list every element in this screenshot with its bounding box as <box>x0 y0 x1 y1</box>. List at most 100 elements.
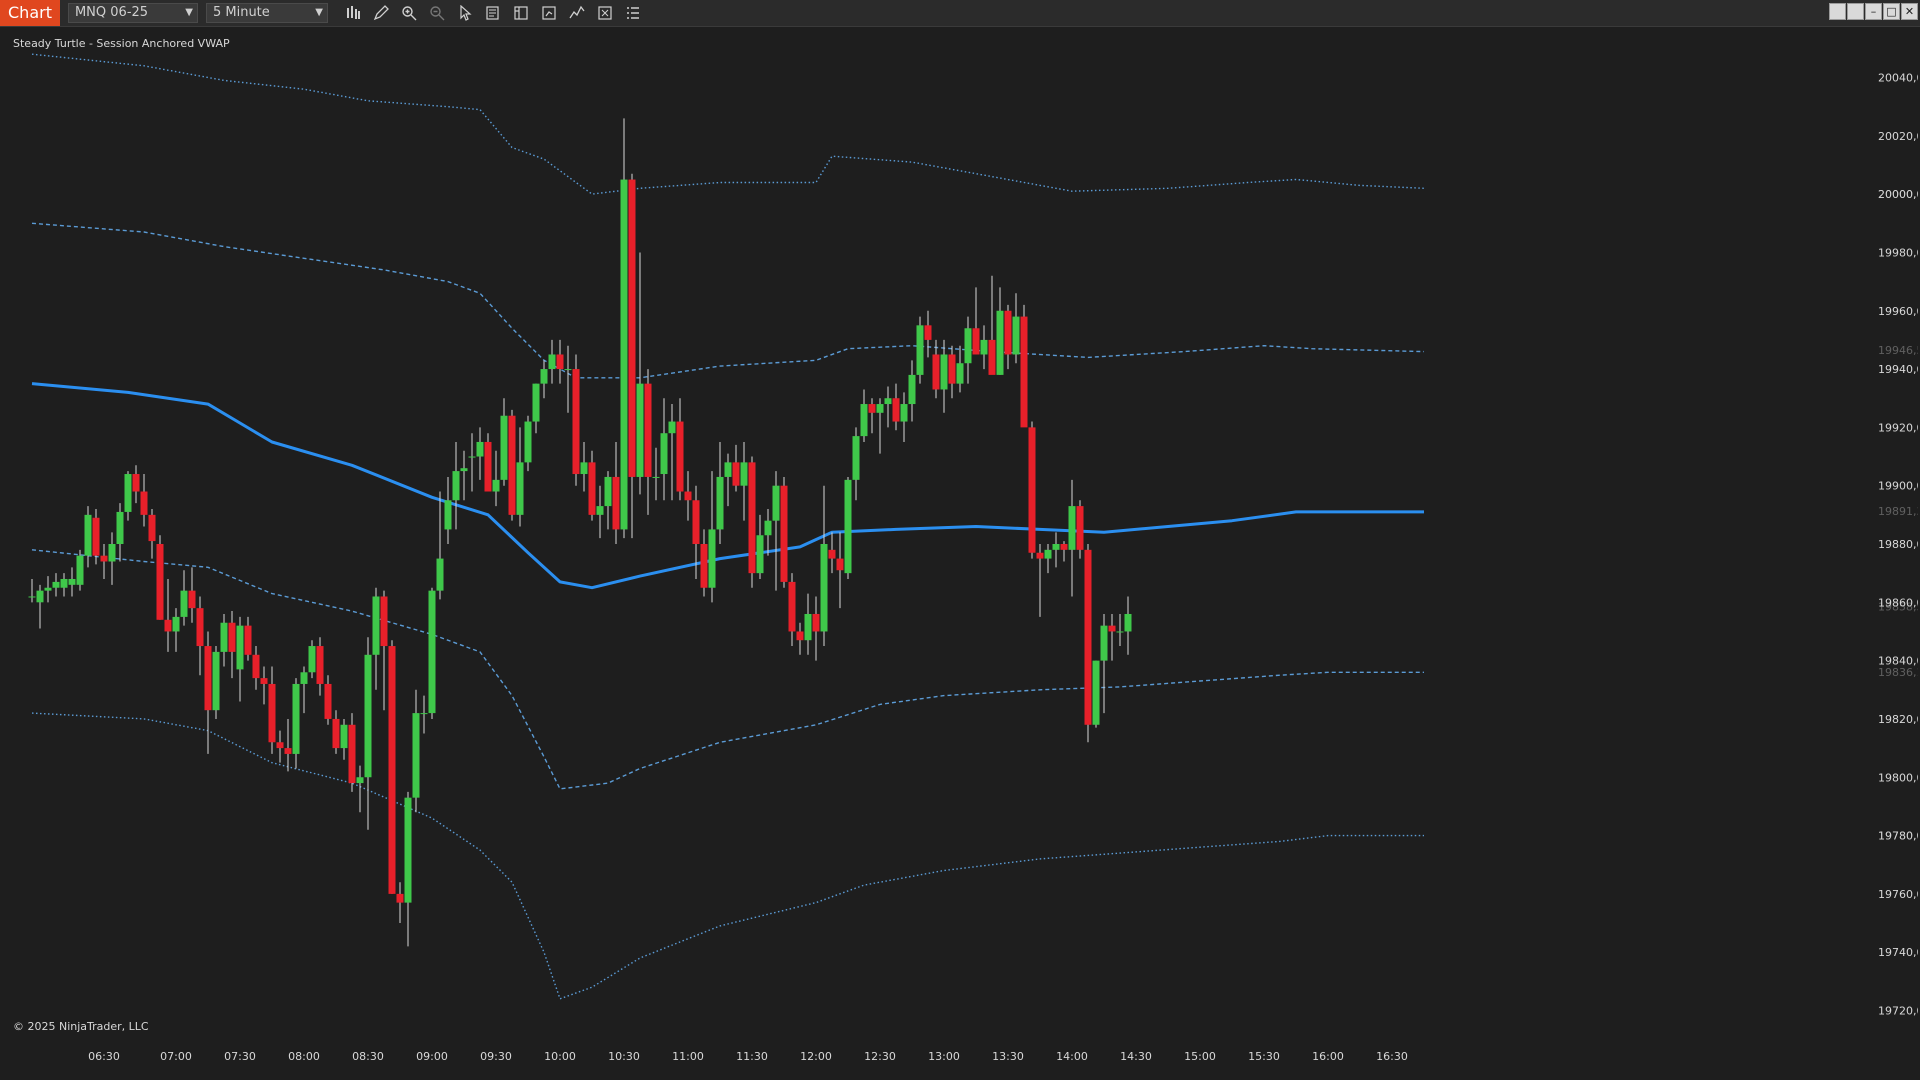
candle-down <box>644 383 652 477</box>
maximize-icon[interactable]: □ <box>1883 3 1900 20</box>
interval-selector[interactable]: 5 Minute ▼ <box>205 3 328 23</box>
candle-down <box>924 325 932 340</box>
candle-up <box>412 713 420 798</box>
y-tick-label: 19720,00 <box>1878 1005 1918 1018</box>
candle-up <box>212 651 220 711</box>
candle-down <box>148 514 156 542</box>
candle-down <box>556 354 564 370</box>
candle-down <box>692 500 700 544</box>
candle-up <box>180 590 188 617</box>
bar-type-icon[interactable] <box>342 2 364 24</box>
candle-down <box>276 742 284 749</box>
x-tick-label: 11:30 <box>736 1050 768 1063</box>
candle-up <box>1124 613 1132 632</box>
candle-down <box>164 619 172 632</box>
candle-up <box>660 433 668 475</box>
candle-up <box>476 441 484 457</box>
chart-trader-icon[interactable] <box>510 2 532 24</box>
candle-down <box>204 646 212 711</box>
candle-down <box>380 596 388 647</box>
price-marker-label: 20000,00 <box>1878 188 1918 201</box>
candle-up <box>292 683 300 754</box>
candle-up <box>980 339 988 355</box>
candle-down <box>188 590 196 609</box>
candle-up <box>172 616 180 632</box>
chevron-down-icon: ▼ <box>185 7 193 18</box>
candle-up <box>36 590 44 603</box>
candle-down <box>932 354 940 390</box>
candle-up <box>460 468 468 472</box>
candle-down <box>508 415 516 515</box>
x-tick-label: 15:00 <box>1184 1050 1216 1063</box>
chart-tab[interactable]: Chart <box>0 0 60 26</box>
candle-up <box>340 724 348 749</box>
candle-up <box>1044 549 1052 559</box>
pointer-icon[interactable] <box>454 2 476 24</box>
candle-up <box>844 479 852 574</box>
chart-panel[interactable]: 20040,00 20020,00 20000,00 19980,00 19960,00… <box>8 28 1918 1076</box>
candle-up <box>900 404 908 422</box>
candle-up <box>1100 625 1108 661</box>
candle-down <box>132 474 140 492</box>
candle-down <box>484 441 492 492</box>
draw-pencil-icon[interactable] <box>370 2 392 24</box>
y-tick-label: 20020,00 <box>1878 130 1918 143</box>
y-tick-label: 19920,00 <box>1878 421 1918 434</box>
y-tick-label: 20040,00 <box>1878 72 1918 85</box>
candle-up <box>724 462 732 477</box>
zoom-in-icon[interactable] <box>398 2 420 24</box>
candle-up <box>220 622 228 652</box>
instrument-value: MNQ 06-25 <box>74 5 149 20</box>
minimize-icon[interactable]: – <box>1865 3 1882 20</box>
candle-up <box>964 328 972 364</box>
candle-down <box>348 724 356 784</box>
chevron-down-icon: ▼ <box>315 7 323 18</box>
y-tick-label: 19760,00 <box>1878 888 1918 901</box>
candle-down <box>788 581 796 632</box>
candle-up <box>44 587 52 591</box>
candle-down <box>828 549 836 559</box>
x-tick-label: 16:00 <box>1312 1050 1344 1063</box>
strategies-icon[interactable] <box>538 2 560 24</box>
properties-icon[interactable] <box>594 2 616 24</box>
series-line <box>31 712 1424 1000</box>
candle-down <box>1020 316 1028 428</box>
indicator-label: Steady Turtle - Session Anchored VWAP <box>13 37 230 50</box>
candle-up <box>540 369 548 384</box>
x-tick-label: 14:30 <box>1120 1050 1152 1063</box>
candle-up <box>436 558 444 591</box>
candle-down <box>588 462 596 515</box>
tile-icon[interactable] <box>1829 3 1846 20</box>
candle-up <box>804 613 812 641</box>
price-marker-label: 19891,31 <box>1878 505 1918 518</box>
candle-up <box>876 404 884 413</box>
candle-up <box>420 713 428 715</box>
close-icon[interactable]: ✕ <box>1901 3 1918 20</box>
price-chart[interactable]: 20040,00 20020,00 20000,00 19980,00 19960,00… <box>8 28 1918 1076</box>
candle-up <box>996 310 1004 375</box>
indicators-icon[interactable] <box>566 2 588 24</box>
candle-down <box>388 646 396 894</box>
candle-down <box>196 608 204 647</box>
candle-up <box>84 514 92 556</box>
candle-down <box>748 462 756 574</box>
restore-icon[interactable] <box>1847 3 1864 20</box>
y-tick-label: 19940,00 <box>1878 363 1918 376</box>
zoom-out-icon[interactable] <box>426 2 448 24</box>
candle-up <box>1012 316 1020 355</box>
list-icon[interactable] <box>622 2 644 24</box>
data-box-icon[interactable] <box>482 2 504 24</box>
candle-down <box>988 339 996 375</box>
candle-down <box>1108 625 1116 632</box>
candle-down <box>228 622 236 652</box>
candle-up <box>860 404 868 437</box>
candle-down <box>324 683 332 719</box>
instrument-selector[interactable]: MNQ 06-25 ▼ <box>67 3 198 23</box>
candle-up <box>740 462 748 486</box>
x-tick-label: 10:30 <box>608 1050 640 1063</box>
candle-up <box>52 581 60 588</box>
candle-down <box>948 354 956 384</box>
candle-up <box>308 646 316 673</box>
candle-up <box>764 520 772 536</box>
candle-up <box>532 383 540 422</box>
